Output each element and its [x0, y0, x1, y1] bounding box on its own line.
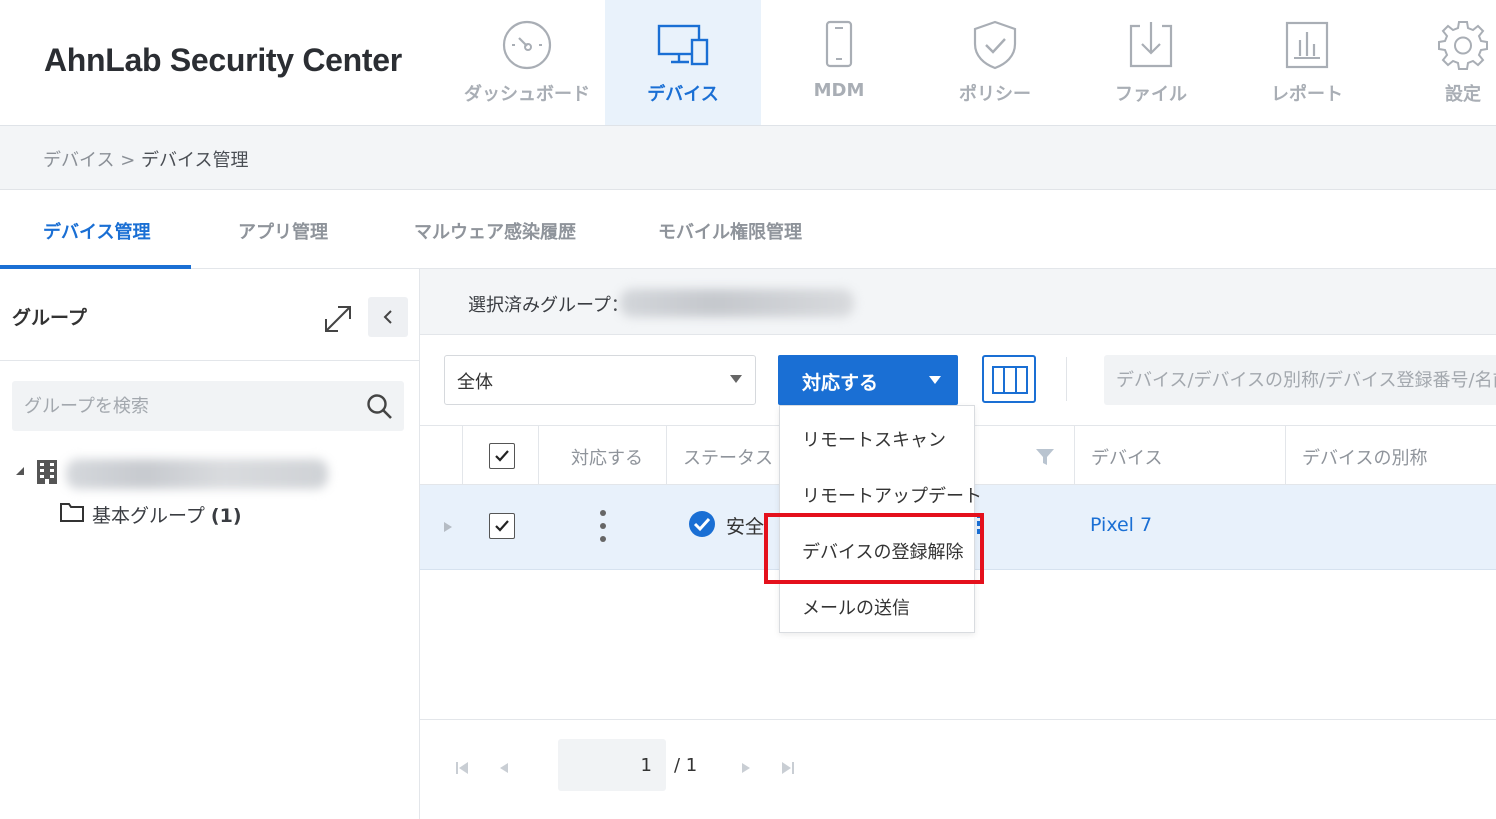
header-expander-cell — [420, 426, 463, 485]
menu-item-label: リモートアップデート — [802, 486, 982, 507]
filter-icon[interactable] — [1035, 448, 1055, 466]
nav-label: 設定 — [1445, 84, 1481, 105]
selected-group-name-redacted — [620, 289, 854, 317]
chevron-left-icon — [383, 310, 392, 324]
column-header-action-label: 対応する — [571, 448, 643, 469]
last-page-icon[interactable] — [780, 761, 796, 775]
group-search-box — [12, 381, 404, 431]
caret-down-icon — [730, 375, 742, 383]
status-filter-select[interactable]: 全体 — [444, 355, 756, 405]
tab-mobile-permissions[interactable]: モバイル権限管理 — [658, 218, 802, 244]
breadcrumb-current: デバイス管理 — [141, 150, 249, 171]
column-header-action[interactable]: 対応する — [539, 426, 667, 485]
tree-collapse-icon[interactable] — [14, 465, 26, 477]
app-logo[interactable]: AhnLab Security Center — [44, 42, 402, 79]
highlight-annotation-box — [764, 513, 984, 584]
expand-icon[interactable] — [320, 301, 356, 337]
group-panel: グループ 基本グループ (1) — [0, 269, 420, 819]
breadcrumb-bar: デバイス > デバイス管理 — [0, 126, 1496, 190]
top-header: AhnLab Security Center ダッシュボード デバイス MDM — [0, 0, 1496, 126]
column-header-device[interactable]: デバイス — [1075, 426, 1286, 485]
row-checkbox[interactable] — [489, 513, 515, 539]
table-bottom-border — [420, 719, 1496, 720]
nav-dashboard[interactable]: ダッシュボード — [449, 0, 605, 125]
first-page-icon[interactable] — [454, 761, 470, 775]
nav-policy[interactable]: ポリシー — [917, 0, 1073, 125]
caret-down-icon — [929, 376, 941, 384]
breadcrumb-parent[interactable]: デバイス — [43, 150, 114, 171]
menu-item-send-email[interactable]: メールの送信 — [780, 576, 974, 632]
basic-group-count: (1) — [210, 505, 242, 527]
nav-file[interactable]: ファイル — [1073, 0, 1229, 125]
tab-device-management[interactable]: デバイス管理 — [43, 218, 150, 244]
tab-bar: デバイス管理 アプリ管理 マルウェア感染履歴 モバイル権限管理 — [0, 190, 1496, 269]
column-header-alias-label: デバイスの別称 — [1302, 448, 1428, 469]
header-select-all-cell — [463, 426, 539, 485]
column-header-status-label: ステータス — [683, 448, 773, 469]
column-header-alias[interactable]: デバイスの別称 — [1286, 426, 1496, 485]
mobile-phone-icon — [825, 20, 853, 68]
columns-icon — [992, 366, 1028, 394]
tab-malware-history[interactable]: マルウェア感染履歴 — [414, 218, 576, 244]
menu-item-label: メールの送信 — [802, 598, 910, 619]
page-number-input[interactable] — [558, 739, 666, 791]
row-more-actions-icon[interactable] — [598, 509, 608, 543]
gear-icon — [1438, 21, 1488, 70]
row-expand-icon[interactable] — [442, 521, 454, 533]
building-icon — [37, 460, 57, 484]
action-button-label: 対応する — [802, 372, 879, 394]
shield-check-icon — [973, 20, 1017, 70]
nav-label: ファイル — [1115, 84, 1187, 105]
selected-group-bar: 選択済みグループ： — [420, 269, 1496, 335]
status-filter-value: 全体 — [457, 372, 493, 393]
search-icon[interactable] — [366, 393, 394, 421]
tree-item-basic-group[interactable]: 基本グループ (1) — [92, 501, 242, 528]
menu-item-label: リモートスキャン — [802, 430, 946, 451]
checkmark-icon — [495, 450, 509, 462]
status-safe-icon — [689, 511, 715, 537]
previous-page-icon[interactable] — [496, 761, 512, 775]
tab-app-management[interactable]: アプリ管理 — [238, 218, 328, 244]
select-all-checkbox[interactable] — [489, 443, 515, 469]
next-page-icon[interactable] — [738, 761, 754, 775]
nav-mdm[interactable]: MDM — [761, 0, 917, 125]
pagination: / 1 — [420, 735, 1496, 795]
device-search-box — [1104, 355, 1496, 405]
report-chart-icon — [1285, 21, 1329, 69]
action-dropdown-button[interactable]: 対応する — [778, 355, 958, 405]
group-panel-title: グループ — [12, 307, 87, 329]
selected-group-label: 選択済みグループ： — [468, 295, 629, 316]
nav-report[interactable]: レポート — [1229, 0, 1385, 125]
group-search-input[interactable] — [12, 381, 352, 431]
nav-label: MDM — [813, 80, 865, 101]
device-status: 安全 — [726, 516, 765, 538]
organization-name-redacted[interactable] — [66, 459, 328, 489]
nav-label: ダッシュボード — [464, 84, 590, 105]
device-search-input[interactable] — [1104, 355, 1496, 405]
device-name-link[interactable]: Pixel 7 — [1090, 514, 1152, 536]
nav-devices[interactable]: デバイス — [605, 0, 761, 125]
page-total: / 1 — [674, 755, 698, 776]
checkmark-icon — [495, 520, 509, 532]
nav-label: レポート — [1271, 84, 1343, 105]
basic-group-label: 基本グループ — [92, 505, 205, 527]
column-settings-button[interactable] — [982, 355, 1036, 403]
breadcrumb-separator: > — [120, 150, 136, 171]
menu-item-remote-scan[interactable]: リモートスキャン — [780, 408, 974, 464]
menu-item-remote-update[interactable]: リモートアップデート — [780, 464, 982, 520]
nav-settings[interactable]: 設定 — [1385, 0, 1496, 125]
nav-label: デバイス — [647, 84, 719, 105]
group-panel-header: グループ — [0, 269, 419, 361]
breadcrumb: デバイス > デバイス管理 — [43, 146, 249, 172]
nav-label: ポリシー — [959, 84, 1031, 105]
collapse-panel-button[interactable] — [368, 297, 408, 337]
column-header-device-label: デバイス — [1091, 448, 1163, 469]
toolbar-divider — [1066, 357, 1067, 401]
devices-icon — [657, 24, 709, 66]
file-download-icon — [1129, 22, 1173, 68]
folder-icon — [60, 503, 84, 522]
dashboard-gauge-icon — [502, 20, 552, 70]
